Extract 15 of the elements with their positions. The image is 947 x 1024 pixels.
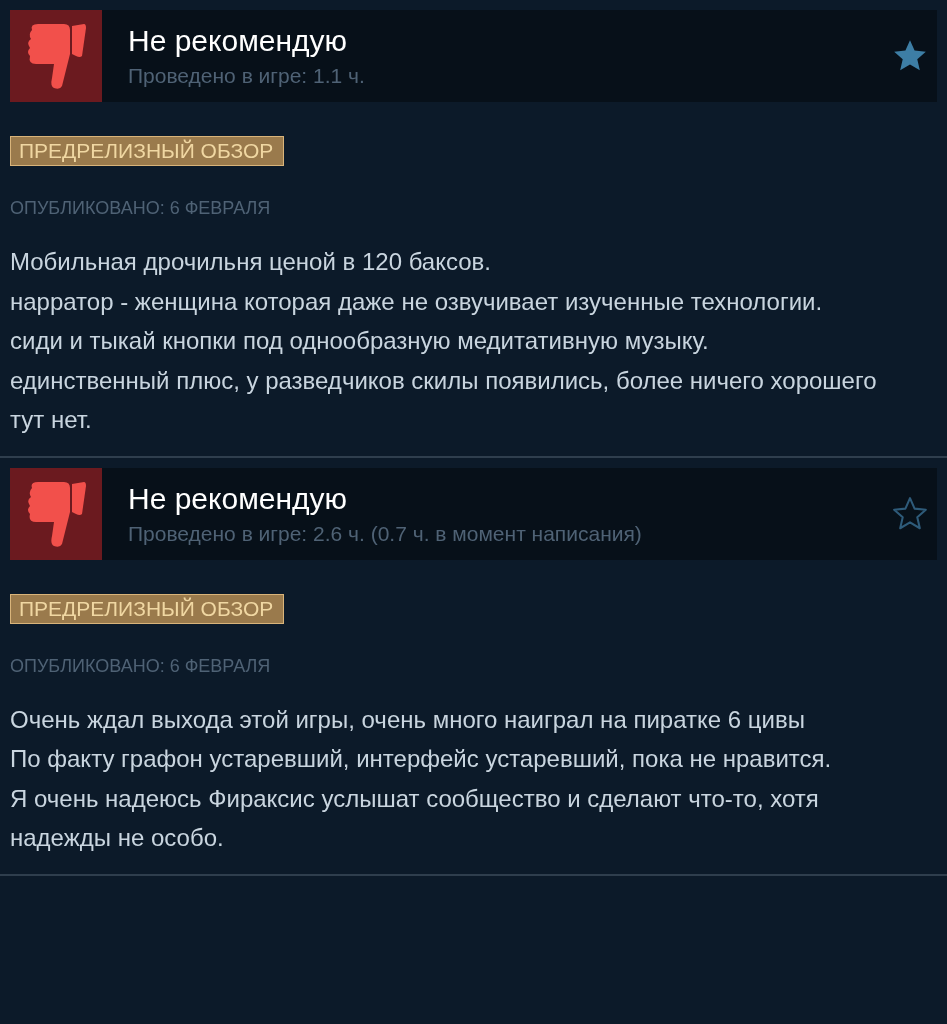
review-verdict: Не рекомендую xyxy=(128,23,349,59)
playtime-text: Проведено в игре: 2.6 ч. (0.7 ч. в момент написания) xyxy=(128,520,643,547)
playtime-text: Проведено в игре: 1.1 ч. xyxy=(128,63,366,89)
review-paragraph: Мобильная дрочильня ценой в 120 баксов. xyxy=(10,247,493,277)
review-paragraph: нарратор - женщина которая даже не озвучивает изученные технологии. xyxy=(10,286,824,317)
early-access-tag: ПРЕДРЕЛИЗНЫЙ ОБЗОР xyxy=(10,593,285,624)
review-paragraph: По факту графон устаревший, интерфейс устаревший, пока не нравится. xyxy=(10,744,833,774)
early-access-tag: ПРЕДРЕЛИЗНЫЙ ОБЗОР xyxy=(10,136,285,166)
posted-date: ОПУБЛИКОВАНО: 6 ФЕВРАЛЯ xyxy=(10,654,272,678)
review-paragraph: сиди и тыкай кнопки под однообразную медитативную музыку. xyxy=(10,326,710,356)
review-paragraph: единственный плюс, у разведчиков скилы появились, более ничего хорошего тут нет. xyxy=(10,365,878,435)
review-paragraph: Очень ждал выхода этой игры, очень много наиграл на пиратке 6 цивы xyxy=(10,704,806,735)
posted-date: ОПУБЛИКОВАНО: 6 ФЕВРАЛЯ xyxy=(10,197,272,220)
review-verdict: Не рекомендую xyxy=(128,480,349,517)
review-paragraph: Я очень надеюсь Фираксис услышат сообщество и сделают что-то, хотя надежды не особо. xyxy=(10,783,820,853)
